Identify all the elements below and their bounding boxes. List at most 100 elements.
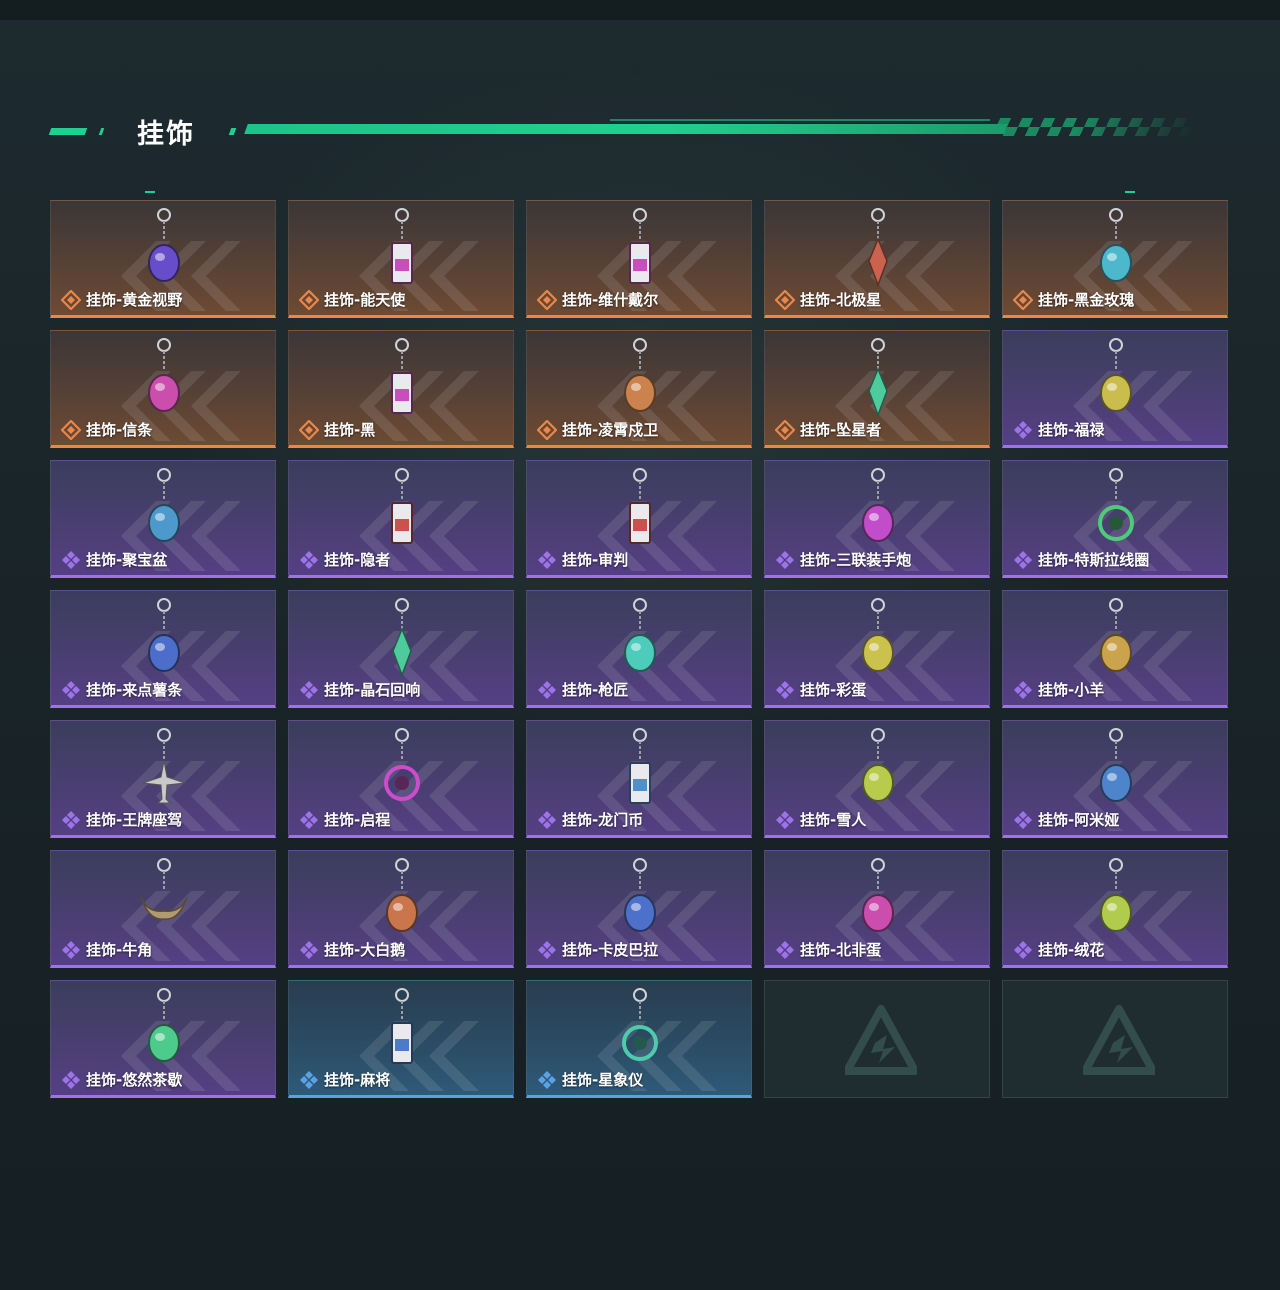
charm-label: 挂饰-聚宝盆	[61, 549, 167, 570]
empty-slot[interactable]	[764, 980, 990, 1098]
charm-card[interactable]: 挂饰-阿米娅	[1002, 720, 1228, 838]
charm-name: 挂饰-牛角	[86, 941, 153, 959]
charm-card[interactable]: 挂饰-信条	[50, 330, 276, 448]
charm-label: 挂饰-信条	[61, 419, 152, 440]
bird-charm-icon	[148, 338, 180, 412]
header-thin-line	[610, 119, 990, 121]
charm-name: 挂饰-大白鹅	[324, 941, 406, 959]
card-charm-icon	[629, 208, 651, 284]
capybara-charm-icon	[624, 858, 656, 932]
charm-card[interactable]: 挂饰-能天使	[288, 200, 514, 318]
charm-card[interactable]: 挂饰-悠然茶歇	[50, 980, 276, 1098]
purple-rarity-icon	[1014, 550, 1032, 569]
purple-rarity-icon	[1014, 420, 1032, 439]
charm-name: 挂饰-启程	[324, 811, 391, 829]
purple-rarity-icon	[538, 810, 556, 829]
charm-card[interactable]: 挂饰-星象仪	[526, 980, 752, 1098]
ring-charm-icon	[384, 728, 420, 801]
charm-card[interactable]: 挂饰-王牌座驾	[50, 720, 276, 838]
charm-name: 挂饰-麻将	[324, 1071, 391, 1089]
charm-card[interactable]: 挂饰-绒花	[1002, 850, 1228, 968]
purple-rarity-icon	[62, 1070, 80, 1089]
charm-card[interactable]: 挂饰-坠星者	[764, 330, 990, 448]
charm-label: 挂饰-枪匠	[537, 679, 628, 700]
charm-card[interactable]: 挂饰-黄金视野	[50, 200, 276, 318]
charm-label: 挂饰-麻将	[299, 1069, 390, 1090]
charm-label: 挂饰-彩蛋	[775, 679, 866, 700]
purple-rarity-icon	[776, 810, 794, 829]
rose-charm-icon	[1100, 208, 1132, 282]
golden-doll-charm-icon	[148, 208, 180, 282]
purple-rarity-icon	[776, 550, 794, 569]
charm-name: 挂饰-隐者	[324, 551, 391, 569]
charm-card[interactable]: 挂饰-龙门币	[526, 720, 752, 838]
charm-card[interactable]: 挂饰-彩蛋	[764, 590, 990, 708]
purple-rarity-icon	[62, 550, 80, 569]
charm-name: 挂饰-黄金视野	[86, 291, 183, 309]
charm-card[interactable]: 挂饰-凌霄戍卫	[526, 330, 752, 448]
charm-label: 挂饰-卡皮巴拉	[537, 939, 658, 960]
purple-rarity-icon	[538, 940, 556, 959]
charm-card[interactable]: 挂饰-福禄	[1002, 330, 1228, 448]
purple-rarity-icon	[1014, 680, 1032, 699]
charm-card[interactable]: 挂饰-牛角	[50, 850, 276, 968]
charm-name: 挂饰-特斯拉线圈	[1038, 551, 1150, 569]
charm-card[interactable]: 挂饰-麻将	[288, 980, 514, 1098]
charm-label: 挂饰-坠星者	[775, 419, 881, 440]
charm-card[interactable]: 挂饰-特斯拉线圈	[1002, 460, 1228, 578]
charm-card[interactable]: 挂饰-来点薯条	[50, 590, 276, 708]
charm-card[interactable]: 挂饰-北极星	[764, 200, 990, 318]
purple-rarity-icon	[776, 940, 794, 959]
charm-card[interactable]: 挂饰-晶石回响	[288, 590, 514, 708]
charm-card[interactable]: 挂饰-枪匠	[526, 590, 752, 708]
charm-name: 挂饰-信条	[86, 421, 153, 439]
goose-charm-icon	[386, 858, 418, 932]
charm-label: 挂饰-能天使	[299, 289, 405, 310]
charm-card[interactable]: 挂饰-启程	[288, 720, 514, 838]
crystal-charm-icon	[392, 598, 412, 678]
charm-card[interactable]: 挂饰-大白鹅	[288, 850, 514, 968]
charm-card[interactable]: 挂饰-隐者	[288, 460, 514, 578]
charm-name: 挂饰-雪人	[800, 811, 867, 829]
charm-label: 挂饰-黑	[299, 419, 375, 440]
charm-name: 挂饰-绒花	[1038, 941, 1105, 959]
charm-name: 挂饰-王牌座驾	[86, 811, 183, 829]
charm-label: 挂饰-三联装手炮	[775, 549, 911, 570]
charm-label: 挂饰-来点薯条	[61, 679, 182, 700]
orange-rarity-icon	[537, 419, 557, 440]
charm-card[interactable]: 挂饰-审判	[526, 460, 752, 578]
charm-card[interactable]: 挂饰-聚宝盆	[50, 460, 276, 578]
purple-rarity-icon	[300, 550, 318, 569]
checker-flag-pattern	[991, 118, 1201, 136]
purple-rarity-icon	[1014, 940, 1032, 959]
charm-label: 挂饰-龙门币	[537, 809, 643, 830]
charm-card[interactable]: 挂饰-黑金玫瑰	[1002, 200, 1228, 318]
charm-card[interactable]: 挂饰-三联装手炮	[764, 460, 990, 578]
charm-card[interactable]: 挂饰-维什戴尔	[526, 200, 752, 318]
purple-rarity-icon	[538, 550, 556, 569]
charm-name: 挂饰-阿米娅	[1038, 811, 1120, 829]
empty-slot-logo-icon	[845, 1005, 917, 1075]
charm-card[interactable]: 挂饰-雪人	[764, 720, 990, 838]
charm-label: 挂饰-黑金玫瑰	[1013, 289, 1134, 310]
charm-name: 挂饰-三联装手炮	[800, 551, 912, 569]
charm-name: 挂饰-审判	[562, 551, 629, 569]
empty-slot-logo-icon	[1083, 1005, 1155, 1075]
purple-rarity-icon	[62, 940, 80, 959]
charm-name: 挂饰-北非蛋	[800, 941, 882, 959]
charm-card[interactable]: 挂饰-北非蛋	[764, 850, 990, 968]
tarot-charm-icon	[629, 468, 651, 544]
empty-slot[interactable]	[1002, 980, 1228, 1098]
orange-rarity-icon	[61, 289, 81, 310]
orange-rarity-icon	[299, 419, 319, 440]
purple-rarity-icon	[538, 680, 556, 699]
charm-label: 挂饰-特斯拉线圈	[1013, 549, 1149, 570]
flower-charm-icon	[1100, 858, 1132, 932]
charm-card[interactable]: 挂饰-黑	[288, 330, 514, 448]
orange-rarity-icon	[61, 419, 81, 440]
charm-card[interactable]: 挂饰-卡皮巴拉	[526, 850, 752, 968]
charm-label: 挂饰-晶石回响	[299, 679, 420, 700]
charm-card[interactable]: 挂饰-小羊	[1002, 590, 1228, 708]
charm-name: 挂饰-坠星者	[800, 421, 882, 439]
sheep-charm-icon	[1100, 598, 1132, 672]
